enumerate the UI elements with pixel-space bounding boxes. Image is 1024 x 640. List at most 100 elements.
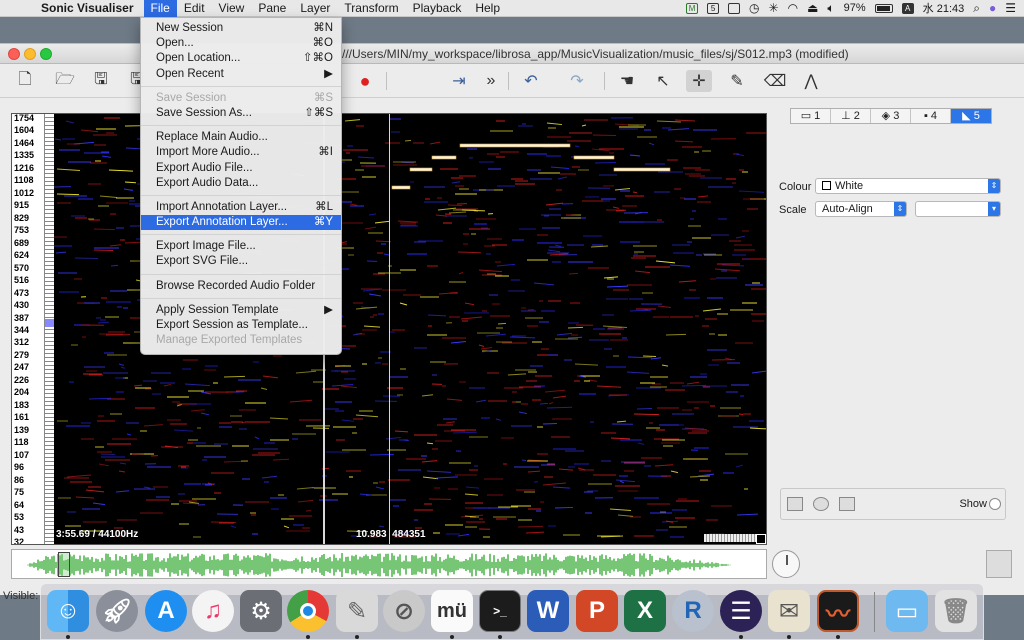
eject-icon[interactable]: ⏏ bbox=[807, 2, 818, 14]
scale-secondary-select[interactable]: ▾ bbox=[915, 201, 1001, 217]
menu-item-export-image-file[interactable]: Export Image File... bbox=[141, 239, 341, 254]
input-source[interactable]: A bbox=[901, 2, 914, 14]
layer-visibility-icon[interactable] bbox=[787, 497, 803, 511]
pane-corner-box[interactable] bbox=[756, 534, 766, 544]
terminal-icon[interactable]: >_ bbox=[479, 590, 521, 632]
chrome-icon[interactable] bbox=[287, 590, 329, 632]
scale-select[interactable]: Auto-Align ⇕ bbox=[815, 201, 907, 217]
menu-item-save-session-as[interactable]: Save Session As... ⇧⌘S bbox=[141, 106, 341, 121]
layer-tab-2[interactable]: ⊥ 2 bbox=[831, 109, 871, 123]
notification-center-icon[interactable]: ☰ bbox=[1005, 2, 1016, 14]
trash-icon[interactable]: 🗑︎ bbox=[935, 590, 977, 632]
show-toggle[interactable] bbox=[989, 498, 1001, 510]
draw-pencil-icon[interactable]: ✎ bbox=[724, 70, 750, 92]
spectral-peak bbox=[735, 235, 746, 239]
app-store-icon[interactable]: A bbox=[145, 590, 187, 632]
clock[interactable]: 水 21:43 bbox=[923, 0, 965, 16]
siri-icon[interactable]: ● bbox=[989, 2, 996, 14]
launchpad-icon[interactable]: 🚀︎ bbox=[96, 590, 138, 632]
menu-edit[interactable]: Edit bbox=[177, 0, 212, 17]
overview-waveform[interactable] bbox=[11, 549, 767, 579]
new-file-icon[interactable]: 🗋︎ bbox=[12, 70, 38, 92]
menu-item-export-svg-file[interactable]: Export SVG File... bbox=[141, 254, 341, 269]
menu-item-import-annotation-layer[interactable]: Import Annotation Layer... ⌘L bbox=[141, 200, 341, 215]
time-machine-icon[interactable]: ◷ bbox=[749, 2, 759, 14]
fast-forward-icon[interactable]: » bbox=[478, 70, 504, 92]
overview-viewport-thumb[interactable] bbox=[58, 552, 70, 577]
status-app-icon[interactable]: M bbox=[686, 2, 699, 14]
spectral-peak bbox=[109, 244, 122, 247]
redo-icon[interactable]: ↷ bbox=[564, 70, 590, 92]
script-editor-icon[interactable]: ✎ bbox=[336, 590, 378, 632]
menu-view[interactable]: View bbox=[212, 0, 252, 17]
save-icon[interactable]: 🖫︎ bbox=[88, 70, 114, 92]
undo-icon[interactable]: ↶ bbox=[518, 70, 544, 92]
menu-item-export-audio-data[interactable]: Export Audio Data... bbox=[141, 176, 341, 191]
layer-tab-4[interactable]: ▪ 4 bbox=[911, 109, 951, 123]
zoom-window-button[interactable] bbox=[40, 48, 52, 60]
menu-item-replace-main-audio[interactable]: Replace Main Audio... bbox=[141, 130, 341, 145]
itunes-icon[interactable]: ♫ bbox=[192, 590, 234, 632]
menu-item-new-session[interactable]: New Session ⌘N bbox=[141, 21, 341, 36]
menu-item-export-audio-file[interactable]: Export Audio File... bbox=[141, 161, 341, 176]
erase-icon[interactable]: ⌫ bbox=[762, 70, 788, 92]
spectral-peak bbox=[480, 346, 493, 350]
layer-tab-1[interactable]: ▭ 1 bbox=[791, 109, 831, 123]
navigate-hand-icon[interactable]: ☚ bbox=[614, 70, 640, 92]
wifi-icon[interactable]: ◠ bbox=[788, 2, 798, 14]
menu-transform[interactable]: Transform bbox=[337, 0, 405, 17]
menu-item-open-recent[interactable]: Open Recent ▶ bbox=[141, 67, 341, 82]
bluetooth-icon[interactable]: ✳ bbox=[769, 2, 779, 14]
measure-icon[interactable]: ⋀ bbox=[798, 70, 824, 92]
menu-pane[interactable]: Pane bbox=[251, 0, 293, 17]
record-button[interactable]: ● bbox=[352, 70, 378, 92]
play-icon[interactable] bbox=[813, 497, 829, 511]
volume-icon[interactable]: 🔈︎ bbox=[827, 2, 834, 14]
mu-editor-icon[interactable]: mü bbox=[431, 590, 473, 632]
layer-tab-5[interactable]: ◣ 5 bbox=[951, 109, 991, 123]
search-icon[interactable]: ⌕ bbox=[973, 2, 980, 14]
status-five-icon[interactable]: 5 bbox=[707, 2, 720, 14]
gain-icon[interactable] bbox=[839, 497, 855, 511]
spectral-peak bbox=[507, 373, 527, 376]
battery-percent[interactable]: 97% bbox=[844, 2, 866, 14]
minimize-window-button[interactable] bbox=[24, 48, 36, 60]
menu-item-open[interactable]: Open... ⌘O bbox=[141, 36, 341, 51]
preview-icon[interactable]: ✉ bbox=[768, 590, 810, 632]
spectrogram-pane[interactable]: 1754 1604 1464 1335 1216 1108 1012 915 829 753 689… bbox=[11, 113, 767, 545]
piano-keyboard-scale[interactable] bbox=[44, 114, 54, 544]
menu-app-name[interactable]: Sonic Visualiser bbox=[34, 0, 144, 17]
move-tool-icon[interactable]: ✛ bbox=[686, 70, 712, 92]
open-folder-icon[interactable]: 🗁︎ bbox=[52, 70, 78, 92]
finder-icon[interactable]: ☺ bbox=[47, 590, 89, 632]
battery-icon[interactable] bbox=[874, 3, 893, 13]
select-arrow-icon[interactable]: ↖ bbox=[650, 70, 676, 92]
menu-item-export-session-template[interactable]: Export Session as Template... bbox=[141, 318, 341, 333]
prohibited-app-icon[interactable]: ⊘ bbox=[383, 590, 425, 632]
menu-item-open-location[interactable]: Open Location... ⇧⌘O bbox=[141, 51, 341, 66]
excel-icon[interactable]: X bbox=[624, 590, 666, 632]
menu-item-export-annotation-layer[interactable]: Export Annotation Layer... ⌘Y bbox=[141, 215, 341, 231]
skip-end-icon[interactable]: ⇥ bbox=[446, 70, 472, 92]
spectral-peak bbox=[254, 436, 260, 440]
word-icon[interactable]: W bbox=[527, 590, 569, 632]
layer-tab-3[interactable]: ◈ 3 bbox=[871, 109, 911, 123]
close-window-button[interactable] bbox=[8, 48, 20, 60]
menu-help[interactable]: Help bbox=[468, 0, 507, 17]
menu-item-apply-session-template[interactable]: Apply Session Template ▶ bbox=[141, 303, 341, 318]
status-window-icon[interactable] bbox=[728, 2, 741, 14]
menu-item-browse-recorded-audio[interactable]: Browse Recorded Audio Folder bbox=[141, 279, 341, 294]
eclipse-icon[interactable]: ☰ bbox=[720, 590, 762, 632]
menu-playback[interactable]: Playback bbox=[406, 0, 469, 17]
downloads-folder-icon[interactable]: ▭ bbox=[886, 590, 928, 632]
menu-layer[interactable]: Layer bbox=[293, 0, 337, 17]
sonic-visualiser-icon[interactable]: 〰 bbox=[817, 590, 859, 632]
r-icon[interactable]: R bbox=[672, 590, 714, 632]
spectral-peak bbox=[448, 211, 467, 214]
powerpoint-icon[interactable]: P bbox=[576, 590, 618, 632]
menu-item-import-more-audio[interactable]: Import More Audio... ⌘I bbox=[141, 145, 341, 160]
playback-speed-knob[interactable] bbox=[772, 550, 800, 578]
colour-select[interactable]: White ⇕ bbox=[815, 178, 1001, 194]
menu-file[interactable]: File bbox=[143, 0, 177, 17]
system-preferences-icon[interactable]: ⚙ bbox=[240, 590, 282, 632]
